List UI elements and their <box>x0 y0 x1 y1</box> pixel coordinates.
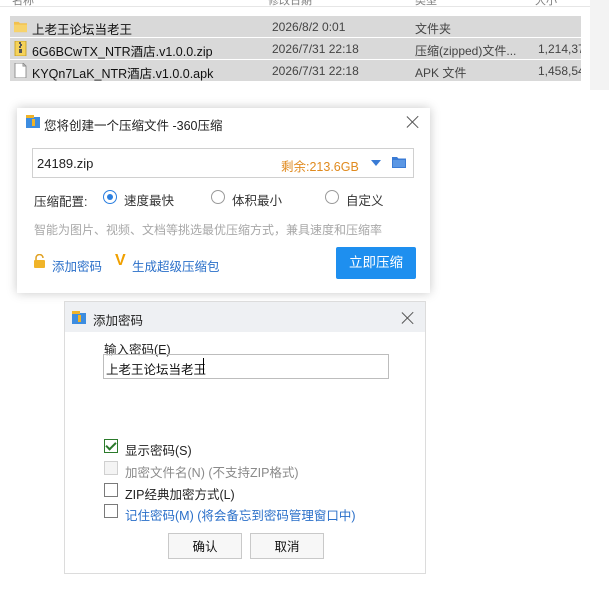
column-type-header[interactable]: 类型 <box>415 0 437 8</box>
file-date: 2026/7/31 22:18 <box>272 64 359 78</box>
archive-icon <box>26 115 40 128</box>
compress-dialog: 您将创建一个压缩文件 -360压缩 24189.zip 剩余:213.6GB 压… <box>17 108 430 293</box>
radio-unselected-icon[interactable] <box>211 190 225 204</box>
checkbox-label: ZIP经典加密方式(L) <box>125 488 235 502</box>
column-name-header[interactable]: 名称 <box>12 0 34 8</box>
file-name: KYQn7LaK_NTR酒店.v1.0.0.apk <box>32 67 214 81</box>
file-type: 文件夹 <box>415 22 452 36</box>
checkbox-label: 加密文件名(N) (不支持ZIP格式) <box>125 466 299 480</box>
folder-browse-icon[interactable] <box>392 156 406 168</box>
file-date: 2026/8/2 0:01 <box>272 20 346 34</box>
cancel-button[interactable]: 取消 <box>250 533 324 559</box>
file-type: 压缩(zipped)文件... <box>415 44 517 58</box>
file-name: 上老王论坛当老王 <box>32 23 133 37</box>
radio-selected-icon[interactable] <box>103 190 117 204</box>
file-name: 6G6BCwTX_NTR酒店.v1.0.0.zip <box>32 45 213 59</box>
option-label: 体积最小 <box>232 194 283 208</box>
file-icon <box>14 63 27 78</box>
option-label: 自定义 <box>346 194 384 208</box>
file-row-apk[interactable]: KYQn7LaK_NTR酒店.v1.0.0.apk 2026/7/31 22:1… <box>10 60 581 81</box>
file-size: 1,458,54 <box>538 64 581 78</box>
archive-filename[interactable]: 24189.zip <box>37 156 93 171</box>
config-label: 压缩配置: <box>34 195 88 209</box>
remaining-space: 剩余:213.6GB <box>281 160 359 174</box>
dialog-title: 您将创建一个压缩文件 -360压缩 <box>44 119 223 133</box>
radio-unselected-icon[interactable] <box>325 190 339 204</box>
vertical-scrollbar[interactable] <box>590 0 609 90</box>
checkbox-unchecked-icon[interactable] <box>104 483 118 497</box>
v-badge-icon: V <box>115 252 126 269</box>
file-explorer-list: 名称 修改日期 类型 大小 上老王论坛当老王 2026/8/2 0:01 文件夹… <box>0 0 609 90</box>
checkbox-label: 记住密码(M) (将会备忘到密码管理窗口中) <box>125 509 356 523</box>
dialog-titlebar[interactable]: 添加密码 <box>65 302 425 332</box>
archive-icon <box>72 311 86 324</box>
checkbox-label: 显示密码(S) <box>125 444 192 458</box>
file-row-folder[interactable]: 上老王论坛当老王 2026/8/2 0:01 文件夹 <box>10 16 581 37</box>
chevron-down-icon[interactable] <box>371 160 381 166</box>
column-header-row: 名称 修改日期 类型 大小 <box>0 0 609 7</box>
checkbox-disabled-icon <box>104 461 118 475</box>
option-label: 速度最快 <box>124 194 175 208</box>
file-type: APK 文件 <box>415 66 467 80</box>
checkbox-unchecked-icon[interactable] <box>104 504 118 518</box>
password-input[interactable]: 上老王论坛当老王 <box>103 354 389 379</box>
lock-icon <box>34 254 45 268</box>
zip-icon <box>14 41 27 56</box>
file-row-zip[interactable]: 6G6BCwTX_NTR酒店.v1.0.0.zip 2026/7/31 22:1… <box>10 38 581 59</box>
close-icon[interactable] <box>401 311 415 325</box>
column-date-header[interactable]: 修改日期 <box>268 0 312 8</box>
confirm-button[interactable]: 确认 <box>168 533 242 559</box>
checkbox-checked-icon[interactable] <box>104 439 118 453</box>
dialog-title: 添加密码 <box>93 314 144 328</box>
folder-icon <box>14 21 27 33</box>
archive-path-field[interactable]: 24189.zip 剩余:213.6GB <box>32 148 414 178</box>
add-password-label[interactable]: 添加密码 <box>52 256 102 275</box>
compress-now-button[interactable]: 立即压缩 <box>336 247 416 279</box>
file-size: 1,214,37 <box>538 42 581 56</box>
super-archive-label[interactable]: 生成超级压缩包 <box>132 256 220 275</box>
add-password-dialog: 添加密码 输入密码(E) 上老王论坛当老王 显示密码(S) 加密文件名(N) (… <box>64 301 426 574</box>
text-caret <box>203 358 204 374</box>
password-value[interactable]: 上老王论坛当老王 <box>106 359 206 378</box>
close-icon[interactable] <box>406 115 420 129</box>
column-size-header[interactable]: 大小 <box>535 0 557 8</box>
compress-hint: 智能为图片、视频、文档等挑选最优压缩方式，兼具速度和压缩率 <box>34 223 383 237</box>
file-date: 2026/7/31 22:18 <box>272 42 359 56</box>
